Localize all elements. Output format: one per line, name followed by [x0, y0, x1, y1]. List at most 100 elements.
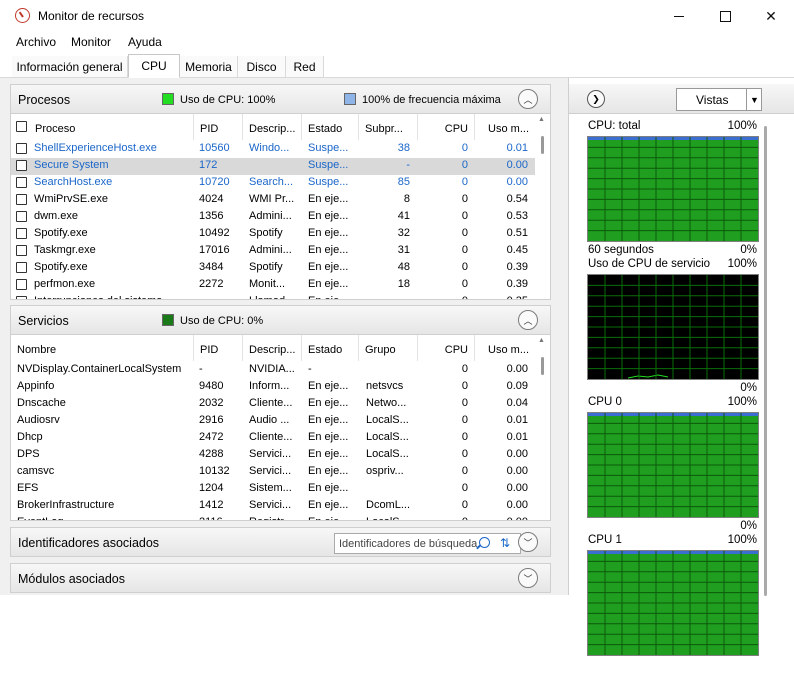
menu-ayuda[interactable]: Ayuda [128, 35, 162, 49]
column-header-service-cpu[interactable]: CPU [418, 335, 475, 361]
process-state: En eje... [308, 261, 349, 273]
column-header-process[interactable]: Proceso [11, 114, 194, 140]
service-description: Cliente... [249, 431, 293, 443]
table-row[interactable]: Dnscache 2032 Cliente... En eje... Netwo... 0… [11, 396, 536, 413]
handles-search-box[interactable]: Identificadores de búsqueda ⇅ [334, 533, 521, 554]
tab-red[interactable]: Red [286, 56, 324, 78]
handles-search-input[interactable]: Identificadores de búsqueda [339, 538, 479, 550]
row-checkbox[interactable] [16, 296, 27, 299]
chevron-down-icon[interactable]: ▼ [746, 89, 762, 110]
table-row[interactable]: Appinfo 9480 Inform... En eje... netsvcs 0 0.0… [11, 379, 536, 396]
processes-header[interactable]: Procesos Uso de CPU: 100% 100% de frecue… [10, 84, 551, 114]
maximize-button[interactable] [702, 0, 748, 32]
modules-header[interactable]: Módulos asociados ﹀ [10, 563, 551, 593]
process-state: En eje... [308, 193, 349, 205]
column-header-threads[interactable]: Subpr... [359, 114, 418, 140]
close-button[interactable]: ✕ [748, 0, 794, 32]
table-row[interactable]: Spotify.exe 10492 Spotify En eje... 32 0 0.51 [11, 226, 536, 243]
process-description: Admini... [249, 210, 292, 222]
service-cpu: 0 [461, 414, 468, 426]
process-description: WMI Pr... [249, 193, 295, 205]
row-checkbox[interactable] [16, 177, 27, 188]
table-row[interactable]: dwm.exe 1356 Admini... En eje... 41 0 0.53 [11, 209, 536, 226]
column-header-service-pid[interactable]: PID [194, 335, 243, 361]
menu-archivo[interactable]: Archivo [16, 35, 56, 49]
services-header[interactable]: Servicios Uso de CPU: 0% ︿ [10, 305, 551, 335]
process-cpu: 0 [461, 159, 468, 171]
row-checkbox[interactable] [16, 279, 27, 290]
search-icon[interactable] [479, 537, 490, 548]
services-scrollbar[interactable]: ▲ [535, 335, 550, 520]
service-group: LocalS... [366, 448, 409, 460]
table-row[interactable]: EventLog 2116 Registr... En eje... LocalS...… [11, 515, 536, 520]
table-row[interactable]: Audiosrv 2916 Audio ... En eje... LocalS... 0… [11, 413, 536, 430]
service-pid: 2032 [199, 397, 224, 409]
service-pid: 1204 [199, 482, 224, 494]
table-row[interactable]: EFS 1204 Sistem... En eje... 0 0.00 [11, 481, 536, 498]
table-row[interactable]: camsvc 10132 Servici... En eje... ospriv... 0… [11, 464, 536, 481]
column-header-service-state[interactable]: Estado [302, 335, 359, 361]
process-threads: 8 [403, 193, 410, 205]
row-checkbox[interactable] [16, 228, 27, 239]
collapse-graphs-icon[interactable]: ❯ [587, 90, 605, 108]
resource-monitor-icon [15, 8, 30, 23]
table-row[interactable]: WmiPrvSE.exe 4024 WMI Pr... En eje... 8 0 0.54 [11, 192, 536, 209]
collapse-processes-button[interactable]: ︿ [518, 89, 538, 109]
expand-handles-button[interactable]: ﹀ [518, 532, 538, 552]
table-row[interactable]: Dhcp 2472 Cliente... En eje... LocalS... 0 0.0… [11, 430, 536, 447]
menu-monitor[interactable]: Monitor [71, 35, 111, 49]
table-row[interactable]: NVDisplay.ContainerLocalSystem - NVIDIA...… [11, 362, 536, 379]
row-checkbox[interactable] [16, 262, 27, 273]
column-header-name[interactable]: Nombre [11, 335, 194, 361]
tab-memoria[interactable]: Memoria [180, 56, 238, 78]
service-state: En eje... [308, 414, 349, 426]
row-checkbox[interactable] [16, 160, 27, 171]
table-row[interactable]: SearchHost.exe 10720 Search... Suspe... 85 0 0… [11, 175, 536, 192]
column-header-description[interactable]: Descrip... [243, 114, 302, 140]
service-pid: 2116 [199, 516, 243, 520]
table-row[interactable]: DPS 4288 Servici... En eje... LocalS... 0 0.00 [11, 447, 536, 464]
process-avg-cpu: 0.39 [506, 261, 528, 273]
tab-disco[interactable]: Disco [238, 56, 286, 78]
tab-informacion-general[interactable]: Información general [12, 56, 128, 78]
tab-cpu[interactable]: CPU [128, 54, 180, 78]
graph-min-label: 0% [740, 382, 757, 394]
collapse-services-button[interactable]: ︿ [518, 310, 538, 330]
process-state: Suspe... [308, 176, 349, 188]
service-name: EFS [17, 482, 39, 494]
row-checkbox[interactable] [16, 211, 27, 222]
table-row[interactable]: Spotify.exe 3484 Spotify En eje... 48 0 0.39 [11, 260, 536, 277]
table-row[interactable]: Taskmgr.exe 17016 Admini... En eje... 31 0 0.4… [11, 243, 536, 260]
minimize-button[interactable] [656, 0, 702, 32]
column-header-cpu[interactable]: CPU [418, 114, 475, 140]
graph-panel-scrollbar[interactable] [759, 120, 773, 596]
service-cpu: 0 [461, 465, 468, 477]
service-cpu: 0 [461, 363, 468, 375]
expand-modules-button[interactable]: ﹀ [518, 568, 538, 588]
views-dropdown[interactable]: Vistas ▼ [676, 88, 762, 111]
service-state: En eje... [308, 397, 349, 409]
row-checkbox[interactable] [16, 194, 27, 205]
select-all-checkbox[interactable] [16, 121, 27, 132]
table-row[interactable]: BrokerInfrastructure 1412 Servici... En eje… [11, 498, 536, 515]
service-cpu: 0 [461, 380, 468, 392]
refresh-icon[interactable]: ⇅ [497, 536, 513, 551]
handles-header[interactable]: Identificadores asociados Identificadore… [10, 527, 551, 557]
processes-scrollbar[interactable]: ▲ [535, 114, 550, 299]
process-avg-cpu: 0.35 [475, 295, 528, 299]
views-label: Vistas [696, 93, 729, 107]
table-row[interactable]: Secure System 172 Suspe... - 0 0.00 [11, 158, 536, 175]
column-header-service-description[interactable]: Descrip... [243, 335, 302, 361]
column-header-state[interactable]: Estado [302, 114, 359, 140]
process-pid: 2272 [199, 278, 224, 290]
row-checkbox[interactable] [16, 143, 27, 154]
table-row[interactable]: perfmon.exe 2272 Monit... En eje... 18 0 0.39 [11, 277, 536, 294]
table-row[interactable]: ShellExperienceHost.exe 10560 Windo... Susp… [11, 141, 536, 158]
column-header-avg-cpu[interactable]: Uso m... [475, 114, 536, 140]
column-header-pid[interactable]: PID [194, 114, 243, 140]
column-header-group[interactable]: Grupo [359, 335, 418, 361]
services-table-header: Nombre PID Descrip... Estado Grupo CPU U… [11, 335, 536, 361]
row-checkbox[interactable] [16, 245, 27, 256]
table-row[interactable]: Interrupciones del sistema - Llamad... En e… [11, 294, 536, 299]
column-header-service-avg-cpu[interactable]: Uso m... [475, 335, 536, 361]
